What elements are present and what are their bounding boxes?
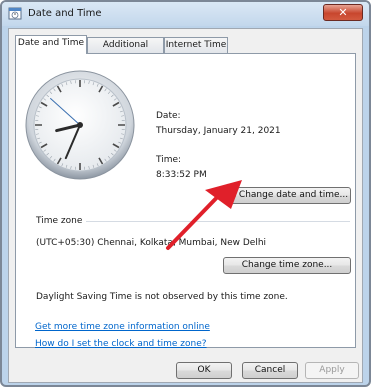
tab-panel-date-and-time: Date: Thursday, January 21, 2021 Time: 8… <box>15 53 356 348</box>
time-zone-divider <box>86 221 350 222</box>
tab-date-and-time[interactable]: Date and Time <box>15 35 87 54</box>
how-to-set-clock-link[interactable]: How do I set the clock and time zone? <box>35 339 207 349</box>
time-label: Time: <box>156 155 182 165</box>
uac-shield-icon <box>225 189 236 200</box>
ok-button[interactable]: OK <box>176 362 232 379</box>
time-value: 8:33:52 PM <box>156 170 207 180</box>
change-time-zone-button[interactable]: Change time zone... <box>223 257 351 274</box>
date-and-time-dialog: Date and Time ✕ Date and Time Additional… <box>0 0 371 387</box>
tab-internet-time[interactable]: Internet Time <box>164 37 228 53</box>
tab-additional-clocks[interactable]: Additional Clocks <box>87 37 164 65</box>
date-value: Thursday, January 21, 2021 <box>156 126 281 136</box>
apply-button[interactable]: Apply <box>305 362 359 379</box>
dst-note: Daylight Saving Time is not observed by … <box>36 292 288 302</box>
change-date-and-time-button[interactable]: Change date and time... <box>223 187 351 204</box>
clock-calendar-icon <box>8 7 22 20</box>
time-zone-heading: Time zone <box>36 216 83 226</box>
more-time-zone-info-link[interactable]: Get more time zone information online <box>35 322 210 332</box>
close-icon: ✕ <box>338 6 348 19</box>
window-title: Date and Time <box>28 8 102 19</box>
title-bar[interactable]: Date and Time ✕ <box>2 2 369 26</box>
analog-clock <box>25 70 135 180</box>
time-zone-value: (UTC+05:30) Chennai, Kolkata, Mumbai, Ne… <box>36 238 267 248</box>
change-date-and-time-label: Change date and time... <box>238 190 349 200</box>
close-button[interactable]: ✕ <box>323 4 363 21</box>
cancel-button[interactable]: Cancel <box>242 362 298 379</box>
date-label: Date: <box>156 111 181 121</box>
dialog-client-area: Date and Time Additional Clocks Internet… <box>8 28 363 383</box>
